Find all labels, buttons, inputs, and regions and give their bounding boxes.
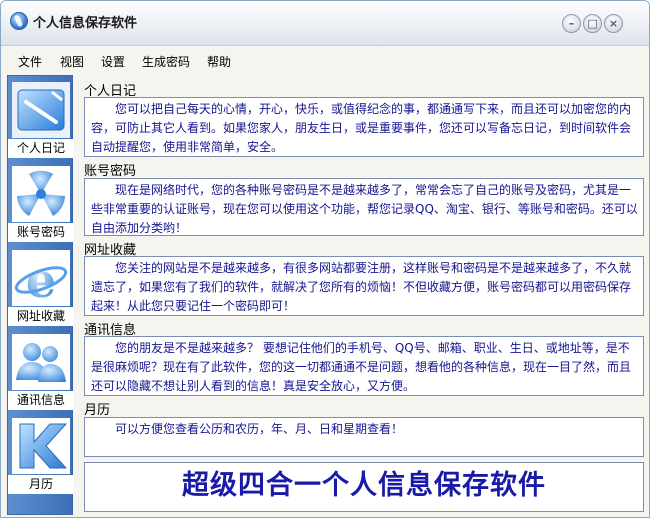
svg-text:e: e <box>26 253 57 306</box>
sidebar-item-calendar[interactable]: 月历 <box>8 412 74 494</box>
menu-bar: 文件 视图 设置 生成密码 帮助 <box>1 47 649 73</box>
contacts-description: 您的朋友是不是越来越多？ 要想记住他们的手机号、QQ号、邮箱、职业、生日、或地址… <box>84 336 644 396</box>
app-window: 个人信息保存软件 – □ × 文件 视图 设置 生成密码 帮助 个人日记 账号密… <box>0 0 650 518</box>
sidebar-item-diary[interactable]: 个人日记 <box>8 76 74 158</box>
sidebar-label-diary: 个人日记 <box>8 139 74 158</box>
section-title-calendar: 月历 <box>84 403 111 418</box>
calendar-description: 可以方便您查看公历和农历，年、月、日和星期查看！ <box>84 417 644 457</box>
contacts-icon <box>12 334 70 390</box>
sidebar: 个人日记 账号密码 e 网址收藏 通讯信息 月历 <box>7 75 74 515</box>
menu-help[interactable]: 帮助 <box>207 53 231 70</box>
key-icon <box>12 166 70 222</box>
section-title-password: 账号密码 <box>84 164 137 179</box>
maximize-button[interactable]: □ <box>583 14 602 33</box>
browser-icon: e <box>12 250 70 309</box>
close-button[interactable]: × <box>604 14 623 33</box>
app-logo-icon <box>10 12 28 30</box>
sidebar-label-favorites: 网址收藏 <box>8 307 74 326</box>
minimize-button[interactable]: – <box>562 14 581 33</box>
product-banner: 超级四合一个人信息保存软件 <box>84 462 644 512</box>
menu-settings[interactable]: 设置 <box>101 53 125 70</box>
calendar-icon <box>12 418 70 474</box>
window-title: 个人信息保存软件 <box>33 16 138 31</box>
sidebar-item-contacts[interactable]: 通讯信息 <box>8 328 74 410</box>
title-bar: 个人信息保存软件 – □ × <box>1 1 649 46</box>
sidebar-item-password[interactable]: 账号密码 <box>8 160 74 242</box>
menu-file[interactable]: 文件 <box>18 53 42 70</box>
favorites-description: 您关注的网站是不是越来越多，有很多网站都要注册，这样账号和密码是不是越来越多了，… <box>84 256 644 316</box>
sidebar-item-favorites[interactable]: e 网址收藏 <box>8 244 74 326</box>
diary-icon <box>12 82 70 138</box>
menu-generate-password[interactable]: 生成密码 <box>142 53 190 70</box>
menu-view[interactable]: 视图 <box>60 53 84 70</box>
password-description: 现在是网络时代，您的各种账号密码是不是越来越多了，常常会忘了自己的账号及密码，尤… <box>84 178 644 236</box>
sidebar-label-calendar: 月历 <box>8 475 74 494</box>
sidebar-label-contacts: 通讯信息 <box>8 391 74 410</box>
diary-description: 您可以把自己每天的心情，开心，快乐，或值得纪念的事，都通通写下来，而且还可以加密… <box>84 97 644 157</box>
sidebar-label-password: 账号密码 <box>8 223 74 242</box>
